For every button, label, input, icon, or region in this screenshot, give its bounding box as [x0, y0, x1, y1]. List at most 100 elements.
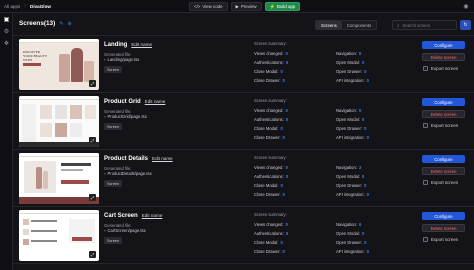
screen-row: ⤢ Product Grid Edit name Generated file:…: [13, 93, 474, 150]
expand-icon[interactable]: ⤢: [89, 80, 96, 87]
thumb-nav: [19, 210, 99, 214]
build-app-button[interactable]: ⚡ Build app: [264, 2, 301, 11]
stat-api-integration: API integration: 0: [336, 78, 369, 83]
screen-badge: Screen: [104, 123, 123, 130]
configure-button[interactable]: Configure: [422, 155, 465, 163]
stat-value: 0: [358, 108, 362, 113]
delete-screen-button[interactable]: Delete screen: [422, 167, 465, 175]
export-screen-toggle[interactable]: Export screen: [423, 66, 458, 71]
breadcrumb-app-name[interactable]: DivaGlow: [30, 4, 51, 9]
export-screen-toggle[interactable]: Export screen: [423, 123, 458, 128]
code-icon: </>: [194, 4, 201, 9]
configure-button[interactable]: Configure: [422, 41, 465, 49]
stat-value: 0: [285, 60, 289, 65]
tab-components[interactable]: Components: [342, 21, 376, 29]
screen-thumbnail[interactable]: ⤢: [19, 96, 99, 147]
edit-name-link[interactable]: Edit name: [131, 42, 152, 47]
screen-title: Product Details: [104, 156, 149, 162]
expand-icon[interactable]: ⤢: [89, 194, 96, 201]
summary-title: Screen summary:: [254, 98, 287, 103]
breadcrumb-all-apps[interactable]: All apps: [4, 4, 20, 9]
add-icon[interactable]: ✎: [59, 21, 63, 27]
file-icon: ▫: [104, 171, 106, 176]
expand-icon[interactable]: ⤢: [89, 137, 96, 144]
user-icon[interactable]: ◉: [462, 2, 470, 10]
screen-name: Product Grid Edit name: [104, 99, 165, 105]
generated-file[interactable]: ▫ ProductDetails/page.tsx: [104, 171, 152, 176]
stat-api-integration: API integration: 0: [336, 135, 369, 140]
edit-name-link[interactable]: Edit name: [145, 99, 166, 104]
summary-title: Screen summary:: [254, 155, 287, 160]
stat-label: Authentications:: [254, 60, 284, 65]
screen-badge: Screen: [104, 66, 123, 73]
stat-views-changed: Views changed: 0: [254, 165, 288, 170]
delete-screen-button[interactable]: Delete screen: [422, 110, 465, 118]
stat-label: Close Modal:: [254, 126, 279, 131]
export-label: Export screen: [431, 66, 459, 71]
thumb-text: [61, 163, 91, 166]
export-checkbox[interactable]: [423, 180, 428, 185]
screens-icon[interactable]: ▣: [0, 13, 13, 25]
stat-close-modal: Close Modal: 0: [254, 240, 283, 245]
thumb-text: [31, 230, 57, 232]
stat-value: 0: [285, 222, 288, 227]
screen-thumbnail[interactable]: DISCOVER YOUR BEAUTY WITH DIVAGLOW ⤢: [19, 39, 99, 90]
refresh-button[interactable]: ↻: [460, 20, 471, 30]
stat-views-changed: Views changed: 0: [254, 51, 288, 56]
info-icon[interactable]: ⊕: [67, 21, 71, 27]
stat-value: 0: [285, 51, 288, 56]
stat-close-modal: Close Modal: 0: [254, 126, 283, 131]
stat-value: 0: [361, 231, 365, 236]
stat-value: 0: [280, 183, 283, 188]
stat-api-integration: API integration: 0: [336, 249, 369, 254]
stat-value: 0: [364, 240, 367, 245]
stat-label: API integration:: [336, 249, 365, 254]
tab-screens[interactable]: Screens: [316, 21, 342, 29]
screen-title: Product Grid: [104, 99, 141, 105]
stat-label: Close Modal:: [254, 69, 279, 74]
configure-button[interactable]: Configure: [422, 98, 465, 106]
stat-value: 0: [285, 117, 289, 122]
export-screen-toggle[interactable]: Export screen: [423, 180, 458, 185]
export-checkbox[interactable]: [423, 66, 428, 71]
stat-label: Close Modal:: [254, 240, 279, 245]
screen-thumbnail[interactable]: ⤢: [19, 210, 99, 261]
screen-thumbnail[interactable]: ⤢: [19, 153, 99, 204]
edit-name-link[interactable]: Edit name: [152, 156, 173, 161]
screen-name: Product Details Edit name: [104, 156, 173, 162]
view-code-button[interactable]: </> View code: [189, 2, 228, 11]
settings-icon[interactable]: ⚙: [0, 25, 13, 37]
top-actions: </> View code ▶ Preview ⚡ Build app: [189, 2, 301, 11]
preview-button[interactable]: ▶ Preview: [230, 2, 262, 11]
configure-button[interactable]: Configure: [422, 212, 465, 220]
search-input[interactable]: ⌕ Search screen: [392, 20, 457, 30]
edit-name-link[interactable]: Edit name: [142, 213, 163, 218]
stat-value: 0: [285, 108, 288, 113]
stat-close-drawer: Close Drawer: 0: [254, 78, 285, 83]
export-checkbox[interactable]: [423, 123, 428, 128]
screen-badge: Screen: [104, 237, 123, 244]
export-screen-toggle[interactable]: Export screen: [423, 237, 458, 242]
generated-file[interactable]: ▫ ProductGrid/page.tsx: [104, 114, 147, 119]
thumb-product: [85, 105, 96, 119]
stat-label: Open Drawer:: [336, 240, 363, 245]
stat-label: Close Drawer:: [254, 135, 281, 140]
stat-label: Close Drawer:: [254, 192, 281, 197]
stat-value: 0: [361, 60, 365, 65]
stat-value: 0: [366, 249, 369, 254]
delete-screen-button[interactable]: Delete screen: [422, 224, 465, 232]
stat-value: 0: [361, 117, 365, 122]
stat-navigation: Navigation: 0: [336, 108, 361, 113]
stat-label: API integration:: [336, 192, 365, 197]
stat-api-integration: API integration: 0: [336, 192, 369, 197]
generated-file[interactable]: ▫ Landing/page.tsx: [104, 57, 139, 62]
expand-icon[interactable]: ⤢: [89, 251, 96, 258]
delete-screen-button[interactable]: Delete screen: [422, 53, 465, 61]
file-icon: ▫: [104, 57, 106, 62]
export-checkbox[interactable]: [423, 237, 428, 242]
stat-value: 0: [366, 135, 369, 140]
thumb-nav: [19, 153, 99, 157]
generated-file[interactable]: ▫ CartScreen/page.tsx: [104, 228, 146, 233]
stat-label: Authentications:: [254, 117, 284, 122]
puzzle-icon[interactable]: ❖: [0, 37, 13, 49]
